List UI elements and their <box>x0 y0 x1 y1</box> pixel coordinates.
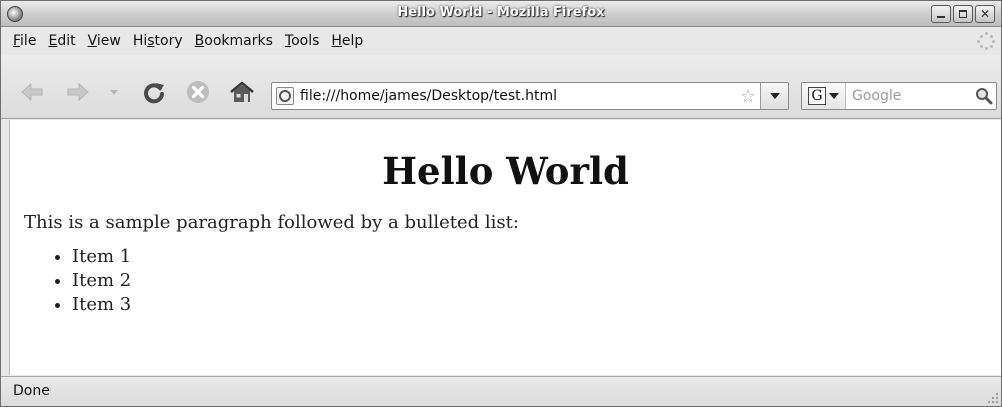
title-bar[interactable]: Hello World - Mozilla Firefox ✕ <box>1 1 1001 27</box>
url-history-dropdown[interactable] <box>760 83 788 109</box>
stop-icon <box>187 81 209 103</box>
menu-file[interactable]: File <box>7 33 42 49</box>
search-engine-selector[interactable]: G <box>802 83 846 109</box>
menu-label-post: iew <box>96 33 121 49</box>
menu-label-pre: Hi <box>132 33 148 49</box>
magnifier-icon <box>976 88 993 105</box>
menu-label-post: tory <box>154 33 183 49</box>
forward-arrow-icon <box>67 82 89 102</box>
menu-help[interactable]: Help <box>325 33 369 49</box>
window-title: Hello World - Mozilla Firefox <box>397 5 605 20</box>
reload-button[interactable] <box>141 79 167 105</box>
throbber-icon <box>977 32 995 50</box>
menu-history[interactable]: History <box>127 33 189 49</box>
menu-accel-key: F <box>13 33 21 49</box>
list-item: Item 2 <box>72 269 1001 293</box>
list-item: Item 3 <box>72 293 1001 317</box>
menu-accel-key: H <box>331 33 342 49</box>
menu-label-post: ookmarks <box>204 33 273 49</box>
search-input[interactable] <box>846 88 972 104</box>
reload-icon <box>144 83 164 104</box>
status-text: Done <box>13 383 50 399</box>
home-button[interactable] <box>229 79 255 105</box>
menu-label-post: elp <box>341 33 364 49</box>
bookmark-star-icon[interactable]: ☆ <box>736 86 760 107</box>
chevron-down-icon <box>829 93 839 99</box>
stop-button[interactable] <box>185 79 211 105</box>
history-dropdown-button[interactable] <box>105 79 123 105</box>
chevron-down-icon <box>769 93 780 99</box>
minimize-button[interactable] <box>931 5 951 23</box>
close-button[interactable]: ✕ <box>975 5 995 23</box>
page-paragraph: This is a sample paragraph followed by a… <box>24 212 519 233</box>
page-heading: Hello World <box>382 149 629 193</box>
menu-label-post: ools <box>291 33 320 49</box>
status-bar: Done <box>1 376 1001 406</box>
url-text[interactable]: file:///home/james/Desktop/test.html <box>300 88 736 104</box>
menu-tools[interactable]: Tools <box>279 33 326 49</box>
address-bar[interactable]: file:///home/james/Desktop/test.html ☆ <box>271 82 789 110</box>
menu-label-post: ile <box>20 33 37 49</box>
menu-bookmarks[interactable]: Bookmarks <box>189 33 279 49</box>
back-arrow-icon <box>21 82 43 102</box>
close-icon: ✕ <box>979 7 991 21</box>
menu-accel-key: V <box>87 33 97 49</box>
bulleted-list: Item 1 Item 2 Item 3 <box>72 245 1001 317</box>
menu-view[interactable]: View <box>82 33 127 49</box>
menu-bar: File Edit View History Bookmarks Tools H… <box>1 28 1001 54</box>
menu-edit[interactable]: Edit <box>42 33 81 49</box>
history-dropdown-icon <box>110 90 118 95</box>
maximize-icon <box>954 6 972 22</box>
menu-accel-key: s <box>147 33 155 49</box>
list-item: Item 1 <box>72 245 1001 269</box>
page-content[interactable]: Hello World This is a sample paragraph f… <box>9 120 1001 375</box>
search-engine-icon: G <box>808 87 826 105</box>
search-go-button[interactable] <box>972 87 996 105</box>
menu-label-post: dit <box>57 33 76 49</box>
resize-grip-icon[interactable] <box>986 391 998 403</box>
home-icon <box>230 81 254 102</box>
minimize-icon <box>932 6 950 22</box>
menu-accel-key: E <box>48 33 58 49</box>
menu-accel-key: B <box>194 33 205 49</box>
search-bar: G <box>801 82 997 110</box>
browser-window: Hello World - Mozilla Firefox ✕ File Edi… <box>0 0 1002 407</box>
site-identity-icon[interactable] <box>276 87 294 105</box>
window-controls: ✕ <box>931 5 995 23</box>
forward-button[interactable] <box>65 79 91 105</box>
back-button[interactable] <box>19 79 45 105</box>
navigation-toolbar: file:///home/james/Desktop/test.html ☆ G <box>1 55 1001 119</box>
maximize-button[interactable] <box>953 5 973 23</box>
